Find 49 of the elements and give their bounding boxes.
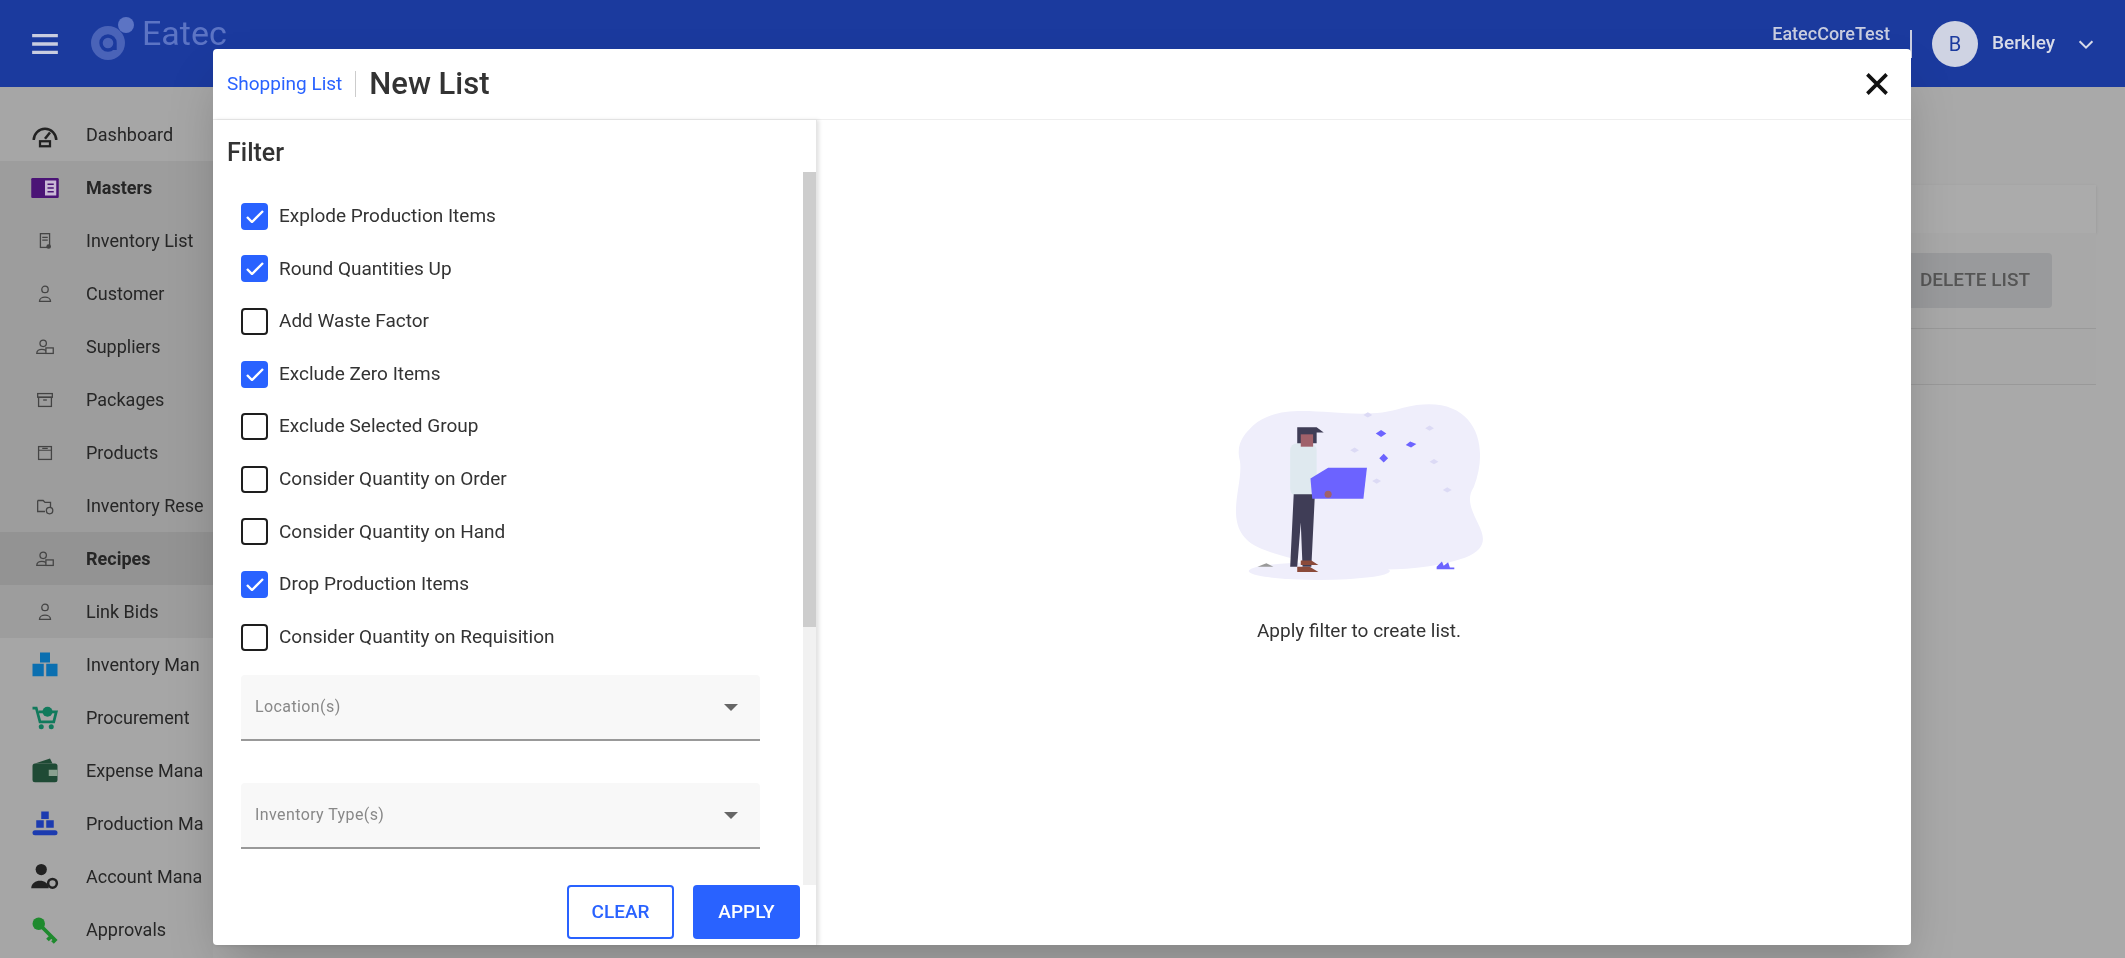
dropdown-field[interactable]: Location(s) xyxy=(241,675,760,742)
close-icon xyxy=(1866,73,1888,95)
checkbox[interactable] xyxy=(241,202,268,230)
sidebar-item[interactable]: Packages xyxy=(0,373,213,426)
dropdown-field[interactable]: Inventory Type(s) xyxy=(241,783,760,850)
empty-state-message: Apply filter to create list. xyxy=(1256,618,1462,644)
sidebar-item[interactable]: Customer xyxy=(0,267,213,320)
scrollbar-thumb[interactable] xyxy=(803,172,816,627)
checkbox-label: Consider Quantity on Order xyxy=(279,466,507,492)
sidebar-item[interactable]: Inventory Rese xyxy=(0,479,213,532)
checkbox-label: Explode Production Items xyxy=(279,203,496,230)
sidebar-item[interactable]: Recipes xyxy=(0,532,213,585)
checkbox-label: Exclude Selected Group xyxy=(279,413,479,440)
dialog-title: New List xyxy=(369,63,490,104)
check-icon xyxy=(245,262,264,276)
user-gear-icon xyxy=(30,861,60,892)
filter-heading: Filter xyxy=(226,137,286,169)
apply-button[interactable]: APPLY xyxy=(693,885,800,939)
user-avatar: B xyxy=(1932,20,1978,67)
sidebar-item[interactable]: Link Bids xyxy=(0,585,213,638)
tenant-name: EatecCoreTest xyxy=(1772,22,1890,46)
check-icon xyxy=(245,577,264,591)
checkbox-label: Round Quantities Up xyxy=(279,255,452,282)
sidebar-item[interactable]: Masters xyxy=(0,161,213,214)
checkbox[interactable] xyxy=(241,518,268,546)
clear-button[interactable]: CLEAR xyxy=(567,885,674,939)
checkbox[interactable] xyxy=(241,308,268,335)
checkbox-label: Exclude Zero Items xyxy=(279,360,441,387)
menu-icon xyxy=(32,33,58,54)
check-icon xyxy=(245,209,264,223)
checkbox[interactable] xyxy=(241,623,268,651)
sidebar-item[interactable]: Suppliers xyxy=(0,320,213,373)
user-name[interactable]: Berkley xyxy=(1992,29,2055,58)
checkbox[interactable] xyxy=(241,570,268,598)
sidebar-item[interactable]: Products xyxy=(0,426,213,479)
checkbox[interactable] xyxy=(241,465,268,493)
checkbox[interactable] xyxy=(241,255,268,283)
checkbox[interactable] xyxy=(241,360,268,388)
app-name: Eatec xyxy=(142,15,227,50)
check-icon xyxy=(245,367,264,381)
checkbox-label: Drop Production Items xyxy=(279,571,469,598)
checkbox-label: Add Waste Factor xyxy=(279,308,429,335)
dropdown-arrow-icon xyxy=(724,811,738,819)
sidebar-item[interactable]: Inventory List xyxy=(0,214,213,267)
dropdown-arrow-icon xyxy=(724,703,738,711)
checkbox[interactable] xyxy=(241,413,268,441)
checkbox-label: Consider Quantity on Requisition xyxy=(279,623,555,650)
breadcrumb-link[interactable]: Shopping List xyxy=(227,69,343,99)
checkbox-label: Consider Quantity on Hand xyxy=(279,518,506,545)
